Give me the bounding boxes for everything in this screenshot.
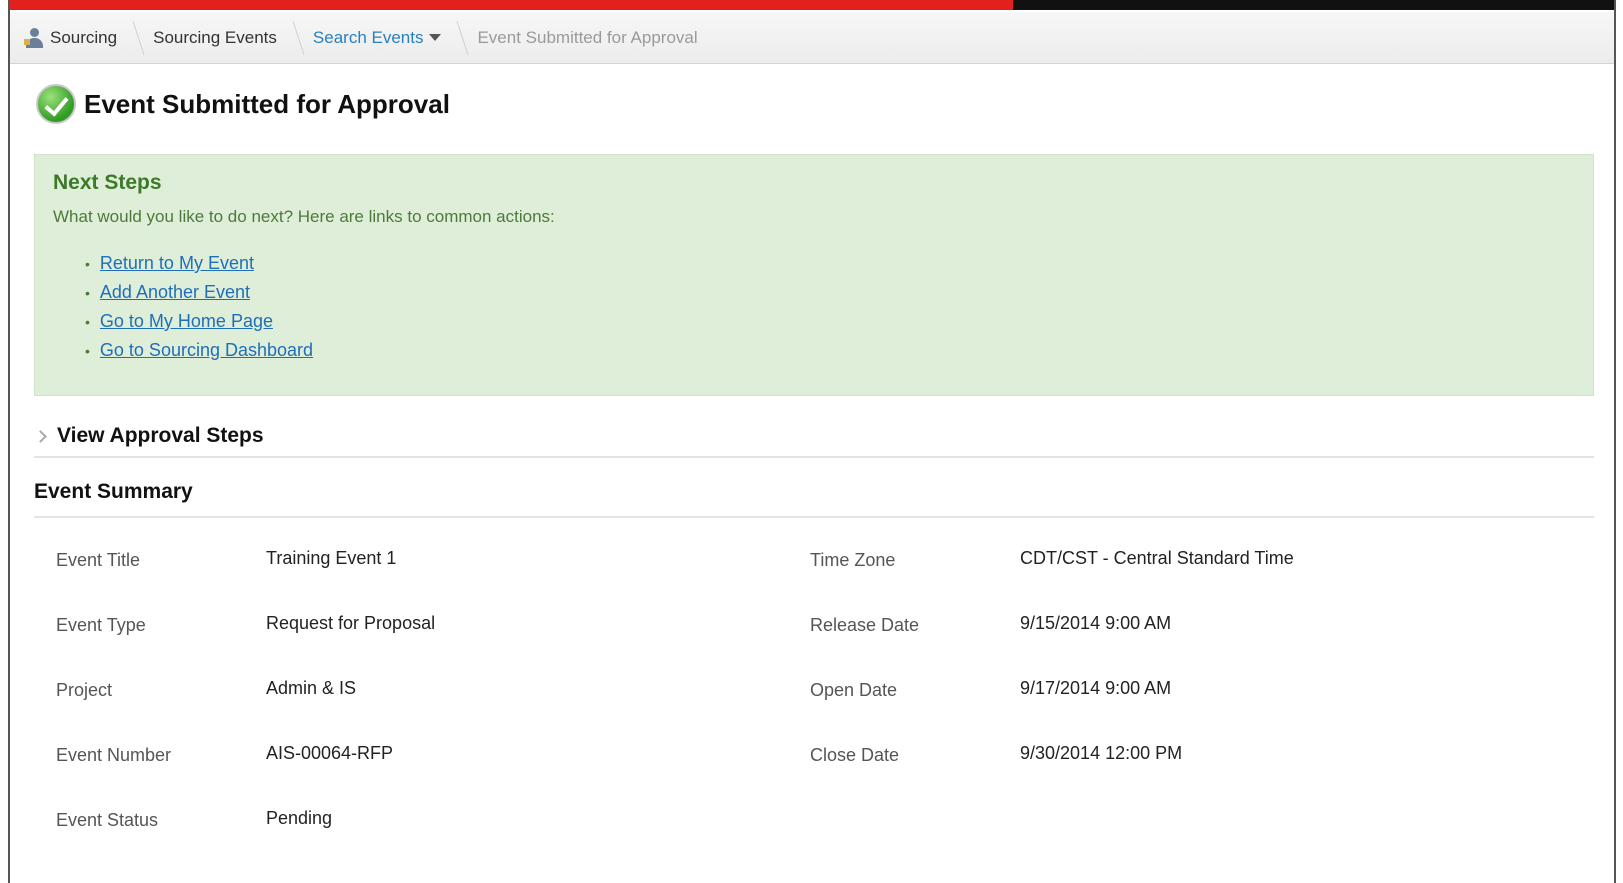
event-type-value: Request for Proposal — [266, 613, 436, 633]
event-title-value: Training Event 1 — [266, 548, 397, 568]
breadcrumb-item-sourcing-events[interactable]: Sourcing Events — [153, 28, 277, 48]
page-header: Event Submitted for Approval — [36, 84, 450, 124]
project-label: Project — [56, 680, 113, 700]
project-value: Admin & IS — [266, 678, 357, 698]
event-status-value: Pending — [266, 808, 333, 828]
bullet-icon: • — [85, 255, 90, 272]
time-zone-label: Time Zone — [810, 550, 896, 570]
event-status-label: Event Status — [56, 810, 159, 830]
chevron-right-icon — [34, 429, 47, 443]
view-approval-steps-label: View Approval Steps — [57, 424, 264, 447]
bullet-icon: • — [85, 342, 90, 359]
next-steps-panel: Next Steps What would you like to do nex… — [34, 154, 1594, 396]
check-icon — [36, 84, 76, 124]
event-summary-fields: Event Title Training Event 1 Time Zone C… — [56, 534, 1556, 859]
breadcrumb-item-sourcing[interactable]: Sourcing — [24, 27, 117, 49]
summary-row: Event Type Request for Proposal Release … — [56, 599, 1556, 664]
go-to-home-page-link[interactable]: Go to My Home Page — [100, 311, 273, 332]
summary-row: Event Title Training Event 1 Time Zone C… — [56, 534, 1556, 599]
event-type-label: Event Type — [56, 615, 146, 635]
next-steps-links: • Return to My Event • Add Another Event… — [53, 249, 1575, 365]
next-steps-intro: What would you like to do next? Here are… — [53, 207, 555, 226]
breadcrumb-item-current: Event Submitted for Approval — [477, 28, 697, 48]
progress-bar — [10, 0, 1614, 10]
list-item: • Go to Sourcing Dashboard — [85, 336, 1575, 365]
breadcrumb-label: Event Submitted for Approval — [477, 27, 698, 47]
return-to-my-event-link[interactable]: Return to My Event — [100, 253, 254, 274]
breadcrumb-item-search-events[interactable]: Search Events — [313, 28, 442, 48]
list-item: • Go to My Home Page — [85, 307, 1575, 336]
bullet-icon: • — [85, 313, 90, 330]
release-date-label: Release Date — [810, 615, 920, 635]
breadcrumb-separator — [283, 20, 305, 55]
breadcrumb-label: Search Events — [312, 27, 424, 47]
event-title-label: Event Title — [56, 550, 141, 570]
bullet-icon: • — [85, 284, 90, 301]
progress-bar-fill — [10, 0, 1013, 10]
list-item: • Return to My Event — [85, 249, 1575, 278]
open-date-label: Open Date — [810, 680, 898, 700]
breadcrumb-label: Sourcing — [50, 27, 118, 47]
event-summary-heading: Event Summary — [34, 480, 1594, 518]
close-date-label: Close Date — [810, 745, 900, 765]
event-number-label: Event Number — [56, 745, 172, 765]
breadcrumb-label: Sourcing Events — [153, 27, 277, 47]
next-steps-heading: Next Steps — [53, 171, 162, 194]
sourcing-icon — [24, 27, 44, 49]
close-date-value: 9/30/2014 12:00 PM — [1020, 743, 1183, 763]
breadcrumb-separator — [123, 20, 145, 55]
go-to-sourcing-dashboard-link[interactable]: Go to Sourcing Dashboard — [100, 340, 313, 361]
add-another-event-link[interactable]: Add Another Event — [100, 282, 250, 303]
summary-row: Project Admin & IS Open Date 9/17/2014 9… — [56, 664, 1556, 729]
breadcrumb-separator — [447, 20, 469, 55]
view-approval-steps-toggle[interactable]: View Approval Steps — [34, 416, 1594, 458]
release-date-value: 9/15/2014 9:00 AM — [1020, 613, 1172, 633]
time-zone-value: CDT/CST - Central Standard Time — [1020, 548, 1294, 568]
summary-row: Event Status Pending — [56, 794, 1556, 859]
app-frame: Sourcing Sourcing Events Search Events E… — [8, 0, 1616, 883]
summary-row: Event Number AIS-00064-RFP Close Date 9/… — [56, 729, 1556, 794]
list-item: • Add Another Event — [85, 278, 1575, 307]
chevron-down-icon[interactable] — [429, 34, 442, 41]
page-title: Event Submitted for Approval — [84, 88, 450, 119]
event-number-value: AIS-00064-RFP — [266, 743, 394, 763]
breadcrumb: Sourcing Sourcing Events Search Events E… — [10, 12, 1614, 64]
open-date-value: 9/17/2014 9:00 AM — [1020, 678, 1172, 698]
